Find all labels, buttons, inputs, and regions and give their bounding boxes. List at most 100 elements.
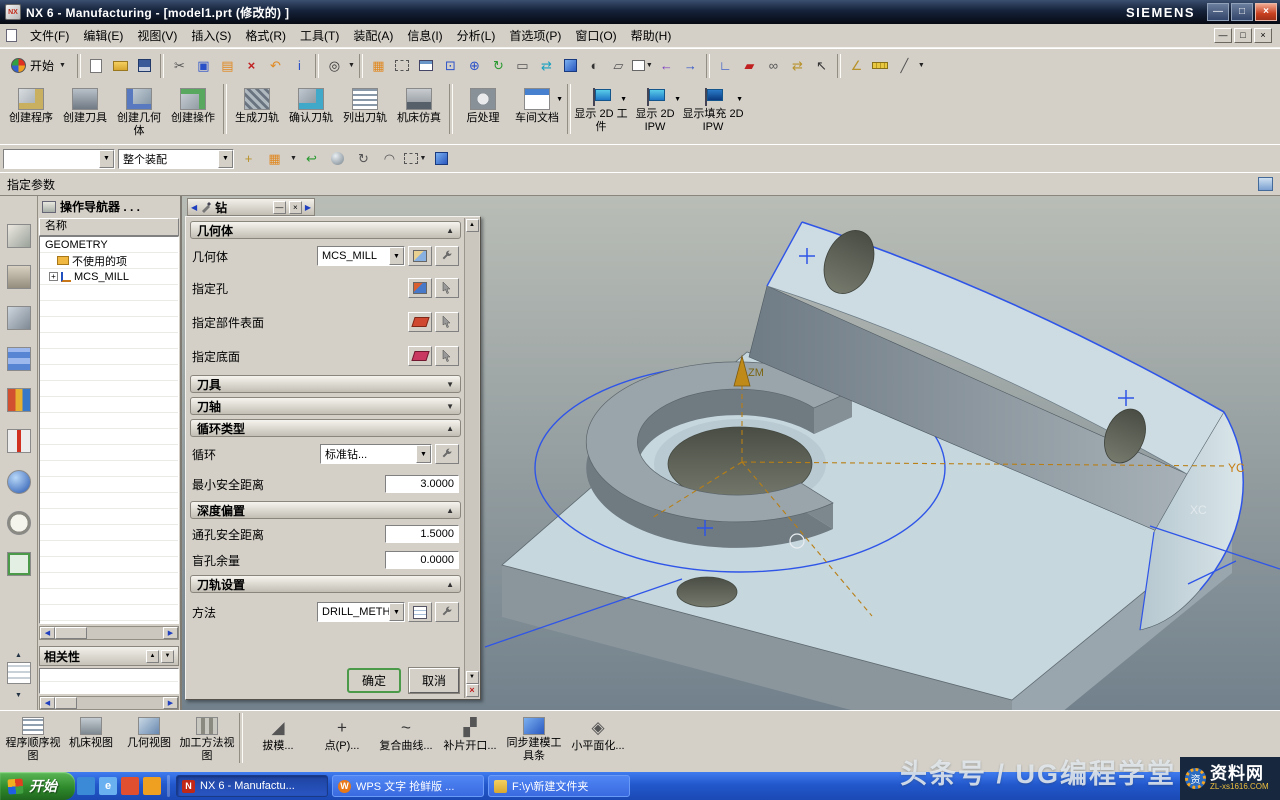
machine-simulation-button[interactable]: 机床仿真 <box>392 84 446 142</box>
verify-toolpath-button[interactable]: 确认刀轨 <box>284 84 338 142</box>
scroll-thumb[interactable] <box>55 627 87 639</box>
snapshot-icon[interactable]: ▭ <box>511 54 534 77</box>
wcs-csys-icon[interactable]: ∟ <box>714 54 737 77</box>
menu-assemblies[interactable]: 装配(A) <box>346 23 400 48</box>
copy-icon[interactable]: ▣ <box>192 54 215 77</box>
swap-orientation-icon[interactable]: ⇄ <box>786 54 809 77</box>
undo-icon[interactable]: ↶ <box>264 54 287 77</box>
show-desktop-icon[interactable] <box>77 777 95 795</box>
background-swatch-icon[interactable]: ▼ <box>631 54 654 77</box>
lasso-select-icon[interactable]: ▼ <box>404 147 427 170</box>
media-quicklaunch-icon[interactable] <box>143 777 161 795</box>
dialog-minimize-icon[interactable]: — <box>273 201 286 214</box>
select-bottom-surface-button[interactable] <box>435 346 459 366</box>
grid-display-icon[interactable]: ▦ <box>367 54 390 77</box>
chevron-down-icon[interactable]: ▼ <box>389 247 404 265</box>
menu-analysis[interactable]: 分析(L) <box>450 23 503 48</box>
specify-holes-button[interactable] <box>408 278 432 298</box>
chevron-down-icon[interactable]: ▼ <box>416 445 431 463</box>
hd3d-tools-icon[interactable] <box>7 388 31 412</box>
create-program-button[interactable]: 创建程序 <box>4 84 58 142</box>
chevron-down-icon[interactable]: ▼ <box>290 155 297 162</box>
chevron-down-icon[interactable]: ▼ <box>99 150 114 168</box>
expand-plus-icon[interactable]: + <box>49 272 58 281</box>
resource-bar-pager[interactable]: ▲ ▼ <box>6 646 32 700</box>
previous-selection-icon[interactable]: ↩ <box>300 147 323 170</box>
shaded-view-icon[interactable] <box>559 54 582 77</box>
reuse-library-icon[interactable] <box>7 347 31 371</box>
minimize-button[interactable]: — <box>1207 3 1229 21</box>
scroll-thumb[interactable] <box>55 697 77 709</box>
select-holes-button[interactable] <box>435 278 459 298</box>
point-button[interactable]: + 点(P)... <box>310 713 374 770</box>
ok-button[interactable]: 确定 <box>347 668 401 693</box>
show-2d-ipw-button[interactable]: 显示 2D IPW ▼ <box>628 84 682 142</box>
machining-method-view-button[interactable]: 加工方法视图 <box>178 713 236 770</box>
dialog-close-icon[interactable]: × <box>289 201 302 214</box>
program-order-view-button[interactable]: 程序顺序视图 <box>4 713 62 770</box>
part-navigator-icon[interactable] <box>7 306 31 330</box>
chevron-down-icon[interactable]: ▼ <box>556 96 563 103</box>
specify-bottom-surface-button[interactable] <box>408 346 432 366</box>
select-part-surface-button[interactable] <box>435 312 459 332</box>
edit-geometry-button[interactable] <box>435 246 459 266</box>
internet-explorer-icon[interactable] <box>7 470 31 494</box>
windows-start-button[interactable]: 开始 <box>0 772 75 800</box>
generate-toolpath-button[interactable]: 生成刀轨 <box>230 84 284 142</box>
section-depth-offsets-header[interactable]: 深度偏置▲ <box>190 501 461 519</box>
menu-tools[interactable]: 工具(T) <box>293 23 346 48</box>
new-geometry-button[interactable] <box>408 246 432 266</box>
menu-file[interactable]: 文件(F) <box>23 23 76 48</box>
chevron-down-icon[interactable]: ▼ <box>736 96 743 103</box>
taskbar-item-nx[interactable]: N NX 6 - Manufactu... <box>176 775 328 797</box>
scroll-up-icon[interactable]: ▲ <box>466 219 479 232</box>
name-column-header[interactable]: 名称 <box>39 218 179 236</box>
chevron-down-icon[interactable]: ▼ <box>389 603 404 621</box>
rectangle-select-icon[interactable] <box>391 54 414 77</box>
dependencies-header[interactable]: 相关性 ▲ ▼ <box>39 646 179 666</box>
dependencies-hscrollbar[interactable]: ◀ ▶ <box>39 696 179 710</box>
new-method-button[interactable] <box>408 602 432 622</box>
refresh-icon[interactable]: ↻ <box>487 54 510 77</box>
visual-reports-icon[interactable] <box>7 429 31 453</box>
composite-curve-button[interactable]: ~ 复合曲线... <box>374 713 438 770</box>
create-tool-button[interactable]: 创建刀具 <box>58 84 112 142</box>
face-analysis-icon[interactable]: ▱ <box>607 54 630 77</box>
paste-icon[interactable]: ▤ <box>216 54 239 77</box>
specify-part-surface-button[interactable] <box>408 312 432 332</box>
menu-insert[interactable]: 插入(S) <box>184 23 238 48</box>
back-view-icon[interactable]: ← <box>655 54 678 77</box>
orient-view-icon[interactable]: ⇄ <box>535 54 558 77</box>
mdi-minimize-button[interactable]: — <box>1214 28 1232 43</box>
taskbar-item-wps[interactable]: W WPS 文字 抢鲜版 ... <box>332 775 484 797</box>
selection-filter-icon[interactable]: ∞ <box>762 54 785 77</box>
navigator-hscrollbar[interactable]: ◀ ▶ <box>39 626 179 640</box>
dialog-title-bar[interactable]: ◀ 钻 — × ▶ <box>187 198 315 216</box>
scroll-left-icon[interactable]: ◀ <box>40 627 55 639</box>
history-icon[interactable] <box>7 511 31 535</box>
chevron-down-icon[interactable]: ▼ <box>674 96 681 103</box>
taskbar-item-folder[interactable]: F:\y\新建文件夹 <box>488 775 630 797</box>
constraint-navigator-icon[interactable] <box>7 265 31 289</box>
maximize-button[interactable]: □ <box>1231 3 1253 21</box>
internet-explorer-quicklaunch-icon[interactable]: e <box>99 777 117 795</box>
open-file-icon[interactable] <box>109 54 132 77</box>
window-view-icon[interactable] <box>415 54 438 77</box>
method-combo[interactable]: DRILL_METHOD ▼ <box>317 602 405 622</box>
synchronous-modeling-button[interactable]: 同步建模工具条 <box>502 713 566 770</box>
cancel-button[interactable]: 取消 <box>409 668 459 693</box>
arc-select-icon[interactable]: ◠ <box>378 147 401 170</box>
chevron-down-icon[interactable]: ▼ <box>218 150 233 168</box>
customize-gear-icon[interactable]: ◎ <box>323 54 346 77</box>
color-filter-icon[interactable]: ▦ <box>263 147 286 170</box>
section-cycle-type-header[interactable]: 循环类型▲ <box>190 419 461 437</box>
measure-ruler-icon[interactable] <box>869 54 892 77</box>
create-operation-button[interactable]: 创建操作 <box>166 84 220 142</box>
tree-row-mcs-mill[interactable]: + MCS_MILL <box>40 269 178 285</box>
forward-view-icon[interactable]: → <box>679 54 702 77</box>
new-file-icon[interactable] <box>85 54 108 77</box>
snap-point-icon[interactable]: + <box>237 147 260 170</box>
patch-opening-button[interactable]: ▞ 补片开口... <box>438 713 502 770</box>
chevron-down-icon[interactable]: ▼ <box>620 96 627 103</box>
scroll-right-icon[interactable]: ▶ <box>163 697 178 709</box>
